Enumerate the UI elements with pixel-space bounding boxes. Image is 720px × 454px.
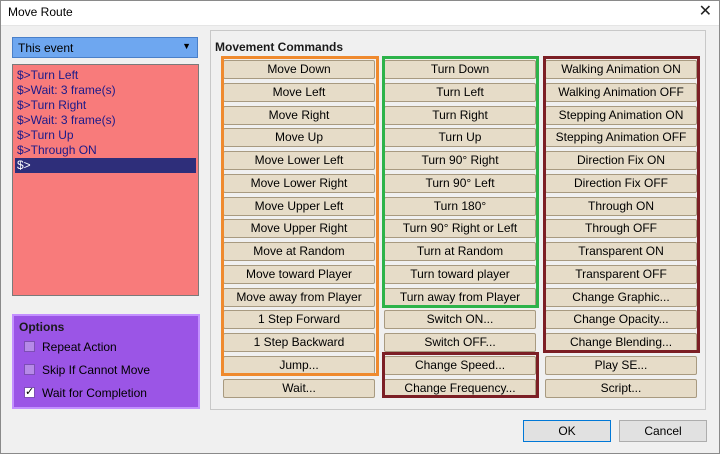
- command-button-through-on[interactable]: Through ON: [545, 196, 697, 216]
- command-button-change-speed[interactable]: Change Speed...: [384, 355, 536, 375]
- command-button-jump[interactable]: Jump...: [223, 355, 375, 375]
- options-title: Options: [19, 320, 65, 334]
- target-dropdown[interactable]: This event ▼: [12, 37, 198, 58]
- option-label: Wait for Completion: [42, 386, 147, 400]
- route-command-item[interactable]: $>Turn Left: [17, 68, 78, 83]
- command-button-wait[interactable]: Wait...: [223, 378, 375, 398]
- command-button-move-upper-right[interactable]: Move Upper Right: [223, 219, 375, 239]
- command-button-change-frequency[interactable]: Change Frequency...: [384, 378, 536, 398]
- command-button-switch-on[interactable]: Switch ON...: [384, 310, 536, 330]
- command-button-script[interactable]: Script...: [545, 378, 697, 398]
- command-button-move-down[interactable]: Move Down: [223, 60, 375, 79]
- command-button-turn-180[interactable]: Turn 180°: [384, 196, 536, 216]
- target-dropdown-value: This event: [18, 41, 74, 55]
- checkbox-unchecked[interactable]: [24, 341, 35, 352]
- command-button-1-step-backward[interactable]: 1 Step Backward: [223, 333, 375, 352]
- command-button-move-lower-right[interactable]: Move Lower Right: [223, 173, 375, 193]
- command-button-1-step-forward[interactable]: 1 Step Forward: [223, 310, 375, 330]
- command-button-turn-90-left[interactable]: Turn 90° Left: [384, 173, 536, 193]
- command-button-turn-down[interactable]: Turn Down: [384, 60, 536, 79]
- route-command-item[interactable]: $>Turn Right: [17, 98, 86, 113]
- command-button-switch-off[interactable]: Switch OFF...: [384, 333, 536, 352]
- command-button-direction-fix-off[interactable]: Direction Fix OFF: [545, 173, 697, 193]
- route-command-item[interactable]: $>: [15, 158, 196, 173]
- option-label: Skip If Cannot Move: [42, 363, 151, 377]
- command-button-move-left[interactable]: Move Left: [223, 82, 375, 102]
- command-button-transparent-off[interactable]: Transparent OFF: [545, 264, 697, 284]
- command-button-turn-90-right-or-left[interactable]: Turn 90° Right or Left: [384, 219, 536, 239]
- route-command-item[interactable]: $>Wait: 3 frame(s): [17, 113, 116, 128]
- option-label: Repeat Action: [42, 340, 117, 354]
- command-button-turn-right[interactable]: Turn Right: [384, 105, 536, 125]
- command-button-turn-up[interactable]: Turn Up: [384, 128, 536, 148]
- command-button-turn-90-right[interactable]: Turn 90° Right: [384, 151, 536, 170]
- command-button-move-at-random[interactable]: Move at Random: [223, 242, 375, 261]
- command-button-through-off[interactable]: Through OFF: [545, 219, 697, 239]
- command-button-stepping-animation-on[interactable]: Stepping Animation ON: [545, 105, 697, 125]
- route-command-list[interactable]: $>Turn Left $>Wait: 3 frame(s) $>Turn Righ…: [12, 64, 199, 296]
- command-button-move-upper-left[interactable]: Move Upper Left: [223, 196, 375, 216]
- command-button-change-blending[interactable]: Change Blending...: [545, 333, 697, 352]
- route-command-item[interactable]: $>Through ON: [17, 143, 97, 158]
- command-button-play-se[interactable]: Play SE...: [545, 355, 697, 375]
- window-title: Move Route: [8, 5, 73, 19]
- command-button-stepping-animation-off[interactable]: Stepping Animation OFF: [545, 128, 697, 148]
- command-button-move-right[interactable]: Move Right: [223, 105, 375, 125]
- command-button-change-opacity[interactable]: Change Opacity...: [545, 310, 697, 330]
- options-panel: Options Repeat Action Skip If Cannot Move…: [12, 314, 200, 409]
- command-button-turn-left[interactable]: Turn Left: [384, 82, 536, 102]
- command-button-move-up[interactable]: Move Up: [223, 128, 375, 148]
- chevron-down-icon: ▼: [182, 41, 191, 51]
- cancel-button[interactable]: Cancel: [619, 420, 707, 442]
- command-button-change-graphic[interactable]: Change Graphic...: [545, 287, 697, 307]
- route-command-item[interactable]: $>Wait: 3 frame(s): [17, 83, 116, 98]
- command-button-move-away-from-player[interactable]: Move away from Player: [223, 287, 375, 307]
- command-button-move-lower-left[interactable]: Move Lower Left: [223, 151, 375, 170]
- ok-button[interactable]: OK: [523, 420, 611, 442]
- command-button-turn-away-from-player[interactable]: Turn away from Player: [384, 287, 536, 307]
- route-command-item[interactable]: $>Turn Up: [17, 128, 74, 143]
- command-button-direction-fix-on[interactable]: Direction Fix ON: [545, 151, 697, 170]
- command-button-walking-animation-off[interactable]: Walking Animation OFF: [545, 82, 697, 102]
- close-icon[interactable]: ✕: [699, 2, 712, 22]
- checkbox-unchecked[interactable]: [24, 364, 35, 375]
- checkbox-checked[interactable]: [24, 385, 35, 398]
- command-button-turn-toward-player[interactable]: Turn toward player: [384, 264, 536, 284]
- title-bar: Move Route ✕: [0, 0, 720, 26]
- command-button-walking-animation-on[interactable]: Walking Animation ON: [545, 60, 697, 79]
- command-button-transparent-on[interactable]: Transparent ON: [545, 242, 697, 261]
- command-button-move-toward-player[interactable]: Move toward Player: [223, 264, 375, 284]
- command-button-turn-at-random[interactable]: Turn at Random: [384, 242, 536, 261]
- movement-commands-title: Movement Commands: [215, 40, 344, 54]
